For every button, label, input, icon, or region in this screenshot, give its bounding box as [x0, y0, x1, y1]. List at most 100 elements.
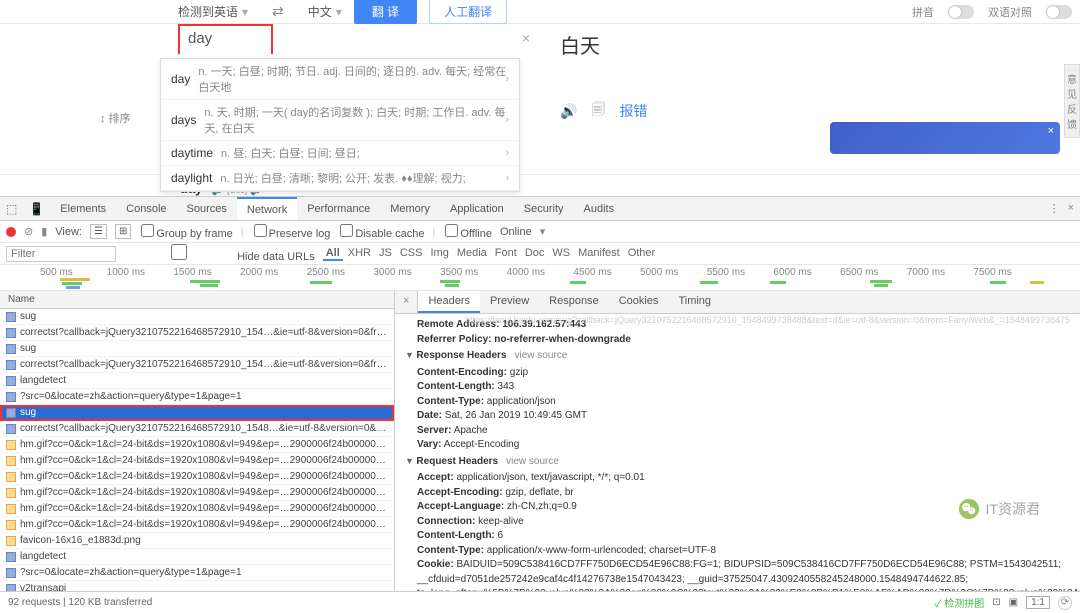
filter-css[interactable]: CSS: [397, 247, 426, 261]
translate-button[interactable]: 翻 译: [354, 0, 417, 24]
devtab-sources[interactable]: Sources: [177, 197, 237, 220]
suggestion-item[interactable]: daylightn. 日光; 白昼; 清晰; 黎明; 公开; 发表. ♦♦理解;…: [161, 166, 519, 191]
filter-font[interactable]: Font: [492, 247, 520, 261]
request-row[interactable]: hm.gif?cc=0&ck=1&cl=24-bit&ds=1920x1080&…: [0, 437, 394, 453]
request-row[interactable]: v2transapi: [0, 581, 394, 591]
filter-input[interactable]: [6, 246, 116, 262]
suggestion-item[interactable]: dayn. 一天; 白昼; 时期; 节日. adj. 日间的; 逐日的. adv…: [161, 59, 519, 100]
sort-button[interactable]: ↕ 排序: [100, 110, 131, 126]
tray-icon[interactable]: ⊡: [992, 597, 1000, 608]
filter-other[interactable]: Other: [625, 247, 659, 261]
tray-icon[interactable]: ▣: [1009, 597, 1018, 608]
devtools-tabs: ⬚ 📱 ElementsConsoleSourcesNetworkPerform…: [0, 197, 1080, 221]
request-detail: × HeadersPreviewResponseCookiesTiming ht…: [395, 291, 1080, 591]
response-headers-section[interactable]: Response Headersview source: [405, 347, 1070, 366]
header-line: Cookie: BAIDUID=509C538416CD7FF750D6ECD5…: [405, 558, 1070, 591]
devtools-panel: ⬚ 📱 ElementsConsoleSourcesNetworkPerform…: [0, 196, 1080, 613]
detail-tab-timing[interactable]: Timing: [668, 291, 721, 313]
suggestion-item[interactable]: daysn. 天, 时期; 一天( day的名词复数 ); 白天; 时期; 工作…: [161, 100, 519, 141]
network-toolbar: ⊘ ▮ View: ☰ ⊞ Group by frame | Preserve …: [0, 221, 1080, 243]
devtab-memory[interactable]: Memory: [380, 197, 440, 220]
device-icon[interactable]: 📱: [23, 202, 50, 216]
header-line: Accept: application/json, text/javascrip…: [405, 471, 1070, 486]
suggestion-dropdown: × dayn. 一天; 白昼; 时期; 节日. adj. 日间的; 逐日的. a…: [160, 58, 520, 192]
ghost-url: https://fanyi.baidu.com/sug?callback=jQu…: [465, 314, 1070, 327]
close-detail-icon[interactable]: ×: [395, 291, 418, 313]
filter-img[interactable]: Img: [427, 247, 451, 261]
filter-manifest[interactable]: Manifest: [575, 247, 623, 261]
ref-policy: Referrer Policy: no-referrer-when-downgr…: [405, 333, 1070, 348]
shuangyu-label: 双语对照: [988, 4, 1032, 20]
result-pane: 白天 🔊 🗐 报错 意见反馈: [540, 24, 1080, 154]
request-list: Name sugcorrectst?callback=jQuery3210752…: [0, 291, 395, 591]
suggestion-item[interactable]: daytimen. 昼; 白天; 白昼; 日间; 昼日;›: [161, 141, 519, 166]
request-headers-section[interactable]: Request Headersview source: [405, 453, 1070, 472]
inspect-icon[interactable]: ⬚: [0, 202, 23, 216]
request-row[interactable]: favicon-16x16_e1883d.png: [0, 533, 394, 549]
request-row[interactable]: sug: [0, 341, 394, 357]
header-line: Content-Length: 343: [405, 380, 1070, 395]
request-row[interactable]: correctst?callback=jQuery321075221646857…: [0, 421, 394, 437]
request-count: 92 requests | 120 KB transferred: [8, 597, 152, 608]
request-row[interactable]: langdetect: [0, 549, 394, 565]
request-row[interactable]: sug: [0, 405, 394, 421]
close-icon[interactable]: ×: [1068, 202, 1074, 215]
pinyin-toggle[interactable]: [948, 5, 974, 19]
filter-ws[interactable]: WS: [549, 247, 573, 261]
detail-tab-response[interactable]: Response: [539, 291, 609, 313]
request-row[interactable]: correctst?callback=jQuery321075221646857…: [0, 357, 394, 373]
copy-icon[interactable]: 🗐: [591, 99, 605, 123]
result-word: 白天: [560, 30, 1060, 59]
request-row[interactable]: sug: [0, 309, 394, 325]
filter-row: Hide data URLs AllXHRJSCSSImgMediaFontDo…: [0, 243, 1080, 265]
request-row[interactable]: ?src=0&locate=zh&action=query&type=1&pag…: [0, 565, 394, 581]
feedback-tab[interactable]: 意见反馈: [1064, 64, 1080, 138]
close-icon[interactable]: ×: [522, 30, 530, 46]
throttle-select[interactable]: Online: [500, 226, 532, 238]
request-row[interactable]: hm.gif?cc=0&ck=1&cl=24-bit&ds=1920x1080&…: [0, 469, 394, 485]
devtab-security[interactable]: Security: [514, 197, 574, 220]
lang-from[interactable]: 检测到英语: [178, 3, 238, 20]
request-row[interactable]: correctst?callback=jQuery321075221646857…: [0, 325, 394, 341]
shuangyu-toggle[interactable]: [1046, 5, 1072, 19]
speaker-icon[interactable]: 🔊: [560, 103, 577, 120]
detail-tab-headers[interactable]: Headers: [418, 291, 480, 313]
record-button[interactable]: [6, 227, 16, 237]
request-row[interactable]: hm.gif?cc=0&ck=1&cl=24-bit&ds=1920x1080&…: [0, 485, 394, 501]
request-row[interactable]: langdetect: [0, 373, 394, 389]
filter-all[interactable]: All: [323, 247, 343, 261]
request-row[interactable]: hm.gif?cc=0&ck=1&cl=24-bit&ds=1920x1080&…: [0, 517, 394, 533]
filter-js[interactable]: JS: [376, 247, 395, 261]
request-row[interactable]: hm.gif?cc=0&ck=1&cl=24-bit&ds=1920x1080&…: [0, 453, 394, 469]
lang-to[interactable]: 中文: [308, 3, 332, 20]
menu-icon[interactable]: ⋮: [1049, 202, 1060, 215]
source-input[interactable]: day: [178, 24, 273, 54]
network-body: Name sugcorrectst?callback=jQuery3210752…: [0, 291, 1080, 591]
status-bar: 92 requests | 120 KB transferred ✓ 检测拼图 …: [0, 591, 1080, 613]
filter-xhr[interactable]: XHR: [345, 247, 374, 261]
clear-icon[interactable]: ⊘: [24, 225, 33, 238]
network-timeline[interactable]: 500 ms1000 ms1500 ms2000 ms2500 ms3000 m…: [0, 265, 1080, 291]
detail-tab-cookies[interactable]: Cookies: [609, 291, 669, 313]
request-row[interactable]: ?src=0&locate=zh&action=query&type=1&pag…: [0, 389, 394, 405]
devtab-audits[interactable]: Audits: [574, 197, 625, 220]
devtab-performance[interactable]: Performance: [297, 197, 380, 220]
preserve-checkbox: [254, 224, 267, 237]
detail-tab-preview[interactable]: Preview: [480, 291, 539, 313]
header-line: Content-Type: application/json: [405, 395, 1070, 410]
request-header[interactable]: Name: [0, 291, 394, 309]
devtab-elements[interactable]: Elements: [50, 197, 116, 220]
swap-icon[interactable]: ⇄: [272, 3, 284, 20]
devtab-console[interactable]: Console: [116, 197, 176, 220]
promo-banner[interactable]: [830, 122, 1060, 154]
headers-panel: https://fanyi.baidu.com/sug?callback=jQu…: [395, 314, 1080, 591]
header-line: Content-Length: 6: [405, 529, 1070, 544]
filter-doc[interactable]: Doc: [522, 247, 548, 261]
devtab-application[interactable]: Application: [440, 197, 514, 220]
human-translate-button[interactable]: 人工翻译: [429, 0, 507, 24]
filter-media[interactable]: Media: [454, 247, 490, 261]
report-link[interactable]: 报错: [619, 101, 647, 121]
translator-toolbar: 检测到英语 ▾ ⇄ 中文 ▾ 翻 译 人工翻译 拼音 双语对照: [0, 0, 1080, 24]
request-row[interactable]: hm.gif?cc=0&ck=1&cl=24-bit&ds=1920x1080&…: [0, 501, 394, 517]
devtab-network[interactable]: Network: [237, 197, 297, 220]
